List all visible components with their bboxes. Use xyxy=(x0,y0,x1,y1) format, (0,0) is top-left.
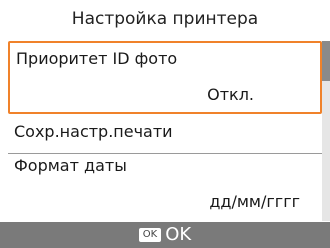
menu-item-label: Сохр.настр.печати xyxy=(14,122,173,141)
menu-item-label: Приоритет ID фото xyxy=(16,49,178,68)
scrollbar[interactable] xyxy=(322,41,330,221)
ok-hint[interactable]: OK OK xyxy=(0,222,330,248)
printer-settings-screen: Настройка принтера Приоритет ID фото Отк… xyxy=(0,0,330,248)
page-title: Настройка принтера xyxy=(71,9,259,29)
footer-bar: OK OK xyxy=(0,222,330,248)
scroll-thumb[interactable] xyxy=(322,41,330,81)
menu-item-value: дд/мм/гггг xyxy=(209,192,300,211)
menu-item-save-print-settings[interactable]: Сохр.настр.печати xyxy=(8,116,322,154)
menu-item-date-format[interactable]: Формат даты дд/мм/гггг xyxy=(8,154,322,220)
menu-item-label: Формат даты xyxy=(14,156,127,175)
ok-key-icon: OK xyxy=(138,228,162,242)
ok-label: OK xyxy=(165,224,192,245)
menu-item-value: Откл. xyxy=(207,85,254,104)
menu-item-id-photo-priority[interactable]: Приоритет ID фото Откл. xyxy=(8,41,322,114)
